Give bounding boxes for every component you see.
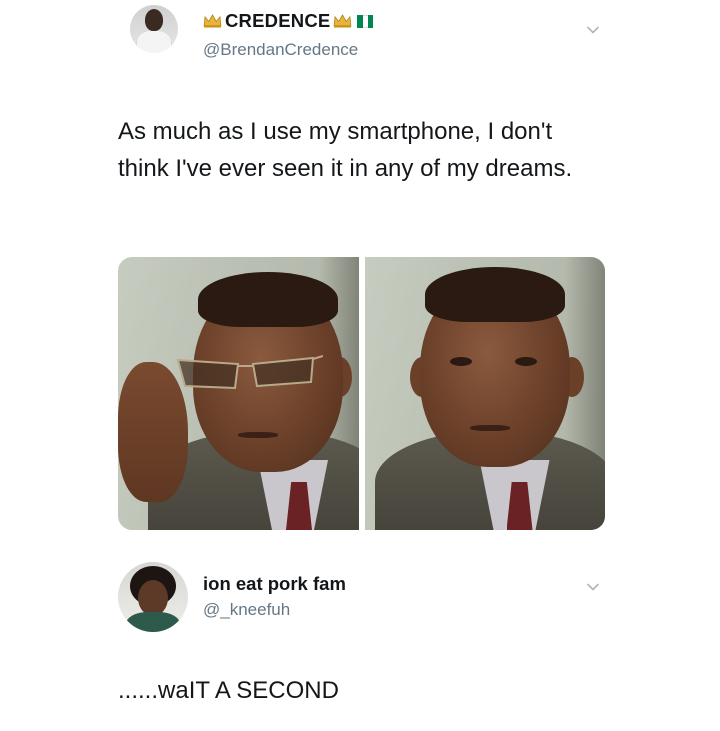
man-with-glasses-photo[interactable] <box>118 257 359 530</box>
display-name[interactable]: ion eat pork fam <box>203 573 346 595</box>
photo-mouth <box>469 425 510 431</box>
photo-mouth <box>238 432 278 438</box>
crown-icon <box>203 14 222 28</box>
tweet-media[interactable] <box>118 257 605 530</box>
crown-icon <box>334 14 352 28</box>
photo-hand <box>118 362 188 502</box>
user-handle[interactable]: @_kneefuh <box>203 600 290 620</box>
user-handle[interactable]: @BrendanCredence <box>203 40 358 60</box>
display-name-row[interactable]: CREDENCE <box>203 10 374 32</box>
avatar-face <box>138 580 168 616</box>
avatar-head <box>145 9 163 31</box>
chevron-down-icon[interactable] <box>586 23 600 37</box>
avatar-clothing <box>126 612 180 632</box>
photo-hair <box>424 267 565 322</box>
man-without-glasses-photo[interactable] <box>364 257 605 530</box>
glasses-icon <box>176 355 323 390</box>
display-name: CREDENCE <box>225 10 331 31</box>
photo-eye <box>514 357 537 366</box>
nigeria-flag-icon <box>357 14 374 28</box>
photo-hair <box>198 272 338 327</box>
avatar[interactable] <box>118 562 188 632</box>
tweet-text: As much as I use my smartphone, I don't … <box>118 118 573 182</box>
avatar[interactable] <box>130 5 178 53</box>
divider <box>0 553 720 554</box>
photo-eye <box>449 357 472 366</box>
chevron-down-icon[interactable] <box>586 580 600 594</box>
avatar-body <box>136 30 172 53</box>
tweet-text: ......waIT A SECOND <box>118 677 339 704</box>
